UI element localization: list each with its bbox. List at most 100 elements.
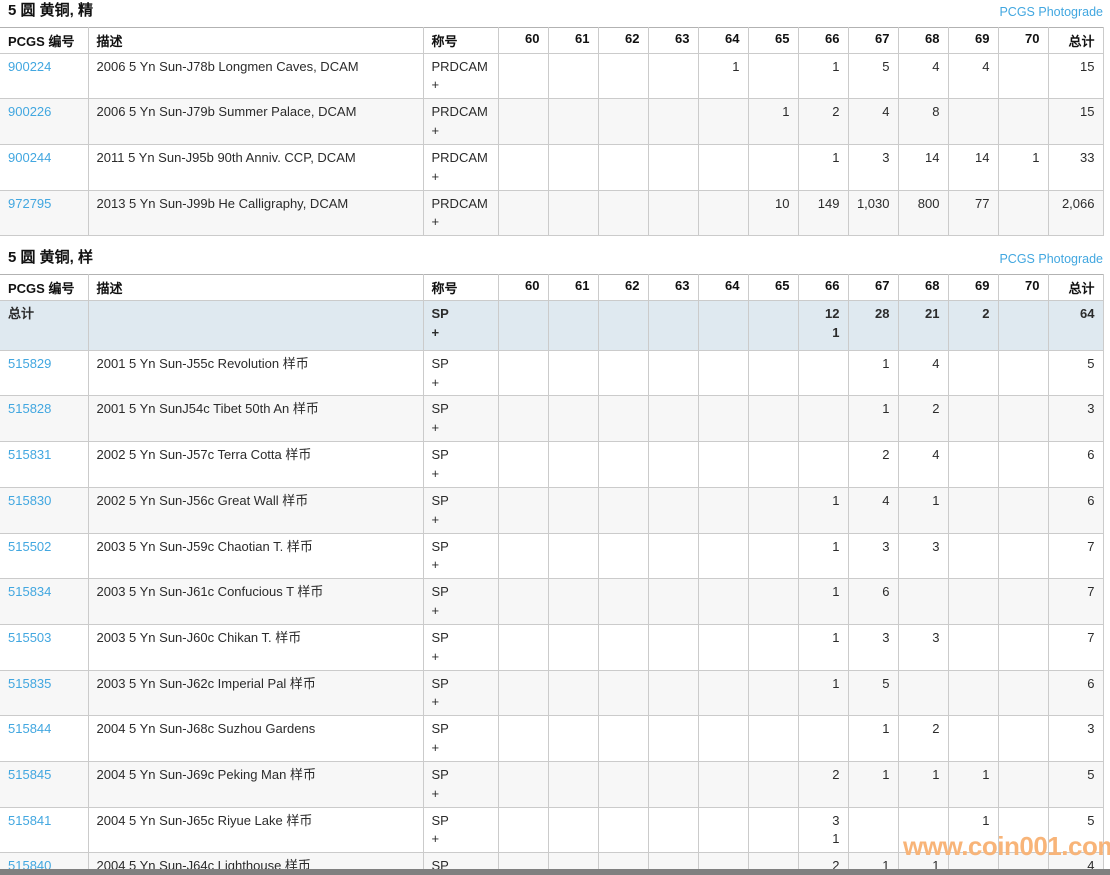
totals-total: 64: [1048, 300, 1103, 350]
grade-count-61: [548, 350, 598, 396]
grade-count-70: [998, 533, 1048, 579]
grade-count-68: 4: [898, 442, 948, 488]
grade-count-70: [998, 670, 1048, 716]
grade-count-63: [648, 442, 698, 488]
grade-count-68: [898, 670, 948, 716]
section-head-specimen: 5 圆 黄铜, 样 PCGS Photograde: [0, 250, 1103, 267]
pcgs-number-link[interactable]: 900226: [8, 104, 51, 119]
pcgs-number-link[interactable]: 515845: [8, 767, 51, 782]
col-header-description: 描述: [88, 27, 423, 53]
grade-count-68: 1: [898, 487, 948, 533]
grade-count-67: 4: [848, 487, 898, 533]
table-row: 5158302002 5 Yn Sun-J56c Great Wall 样币SP…: [0, 487, 1103, 533]
grade-count-65: [748, 670, 798, 716]
grade-count-70: [998, 624, 1048, 670]
grade-count-65: 1: [748, 99, 798, 145]
pcgs-number-link[interactable]: 515829: [8, 356, 51, 371]
grade-count-63: [648, 624, 698, 670]
col-header-grade-70: 70: [998, 274, 1048, 300]
grade-count-62: [598, 144, 648, 190]
grade-count-66: 1: [798, 487, 848, 533]
totals-designation: SP+: [423, 300, 498, 350]
grade-count-64: 1: [698, 53, 748, 99]
horizontal-scrollbar[interactable]: [0, 869, 1110, 875]
coin-description: 2004 5 Yn Sun-J65c Riyue Lake 样币: [88, 807, 423, 853]
grade-count-64: [698, 99, 748, 145]
col-header-grade-66: 66: [798, 27, 848, 53]
grade-count-69: 1: [948, 761, 998, 807]
pcgs-number-cell: 515841: [0, 807, 88, 853]
totals-label: 总计: [0, 300, 88, 350]
pcgs-number-link[interactable]: 515830: [8, 493, 51, 508]
grade-count-65: [748, 533, 798, 579]
designation-cell: SP+: [423, 716, 498, 762]
col-header-grade-67: 67: [848, 27, 898, 53]
pcgs-number-link[interactable]: 515834: [8, 584, 51, 599]
col-header-grade-70: 70: [998, 27, 1048, 53]
grade-count-61: [548, 396, 598, 442]
grade-count-67: 5: [848, 53, 898, 99]
col-header-grade-60: 60: [498, 274, 548, 300]
table-row: 5158312002 5 Yn Sun-J57c Terra Cotta 样币S…: [0, 442, 1103, 488]
pcgs-number-link[interactable]: 900244: [8, 150, 51, 165]
section-proof: 5 圆 黄铜, 精 PCGS Photograde PCGS 编号描述称号606…: [0, 3, 1110, 236]
designation-cell: PRDCAM+: [423, 53, 498, 99]
pcgs-number-link[interactable]: 900224: [8, 59, 51, 74]
table-row: 5158442004 5 Yn Sun-J68c Suzhou GardensS…: [0, 716, 1103, 762]
row-total: 3: [1048, 716, 1103, 762]
section-title-specimen: 5 圆 黄铜, 样: [8, 250, 93, 267]
pcgs-number-link[interactable]: 515503: [8, 630, 51, 645]
grade-count-61: [548, 807, 598, 853]
pcgs-number-cell: 900244: [0, 144, 88, 190]
grade-count-61: [548, 716, 598, 762]
pcgs-number-cell: 515831: [0, 442, 88, 488]
pcgs-number-link[interactable]: 972795: [8, 196, 51, 211]
grade-count-62: [598, 716, 648, 762]
grade-count-66: 31: [798, 807, 848, 853]
pcgs-number-link[interactable]: 515828: [8, 401, 51, 416]
designation-cell: PRDCAM+: [423, 99, 498, 145]
grade-count-62: [598, 670, 648, 716]
grade-count-64: [698, 716, 748, 762]
row-total: 5: [1048, 807, 1103, 853]
grade-count-63: [648, 487, 698, 533]
grade-count-70: [998, 190, 1048, 236]
col-header-grade-61: 61: [548, 274, 598, 300]
photograde-link-specimen[interactable]: PCGS Photograde: [999, 253, 1103, 267]
grade-count-70: [998, 716, 1048, 762]
table-row: 9002242006 5 Yn Sun-J78b Longmen Caves, …: [0, 53, 1103, 99]
totals-grade-60: [498, 300, 548, 350]
grade-count-63: [648, 144, 698, 190]
col-header-grade-64: 64: [698, 274, 748, 300]
pcgs-number-cell: 515830: [0, 487, 88, 533]
coin-description: 2001 5 Yn Sun-J55c Revolution 样币: [88, 350, 423, 396]
grade-count-66: 149: [798, 190, 848, 236]
grade-count-61: [548, 579, 598, 625]
pcgs-number-link[interactable]: 515844: [8, 721, 51, 736]
pcgs-number-link[interactable]: 515831: [8, 447, 51, 462]
coin-description: 2006 5 Yn Sun-J79b Summer Palace, DCAM: [88, 99, 423, 145]
photograde-link-proof[interactable]: PCGS Photograde: [999, 6, 1103, 20]
grade-count-68: 4: [898, 53, 948, 99]
grade-count-69: [948, 624, 998, 670]
grade-count-62: [598, 487, 648, 533]
grade-count-70: [998, 579, 1048, 625]
totals-grade-63: [648, 300, 698, 350]
pcgs-number-link[interactable]: 515835: [8, 676, 51, 691]
grade-count-68: [898, 579, 948, 625]
grade-count-63: [648, 396, 698, 442]
pcgs-number-cell: 515503: [0, 624, 88, 670]
col-header-grade-65: 65: [748, 27, 798, 53]
pcgs-number-cell: 900224: [0, 53, 88, 99]
pcgs-number-link[interactable]: 515502: [8, 539, 51, 554]
row-total: 3: [1048, 396, 1103, 442]
grade-count-70: [998, 53, 1048, 99]
grade-count-69: [948, 442, 998, 488]
designation-cell: SP+: [423, 624, 498, 670]
grade-count-68: 3: [898, 624, 948, 670]
grade-count-62: [598, 190, 648, 236]
pcgs-number-link[interactable]: 515841: [8, 813, 51, 828]
totals-grade-67: 28: [848, 300, 898, 350]
designation-cell: SP+: [423, 442, 498, 488]
grade-count-67: 1: [848, 350, 898, 396]
